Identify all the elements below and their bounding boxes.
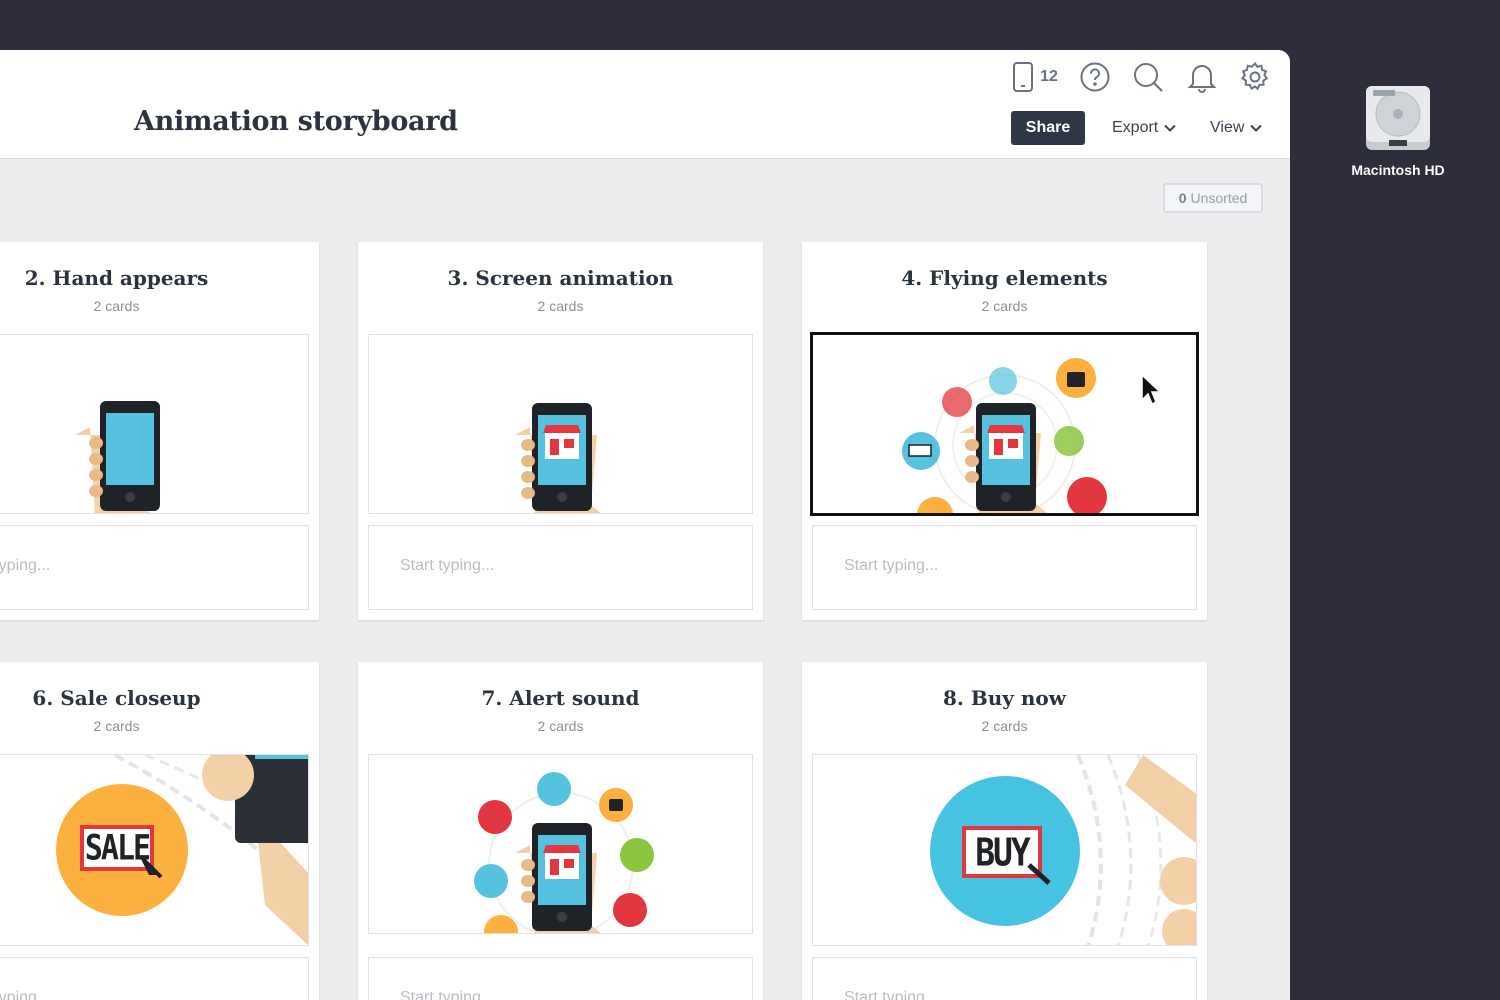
share-button[interactable]: Share	[1011, 111, 1085, 145]
scene-card-count: 2 cards	[981, 298, 1028, 314]
scene-card[interactable]: 2. Hand appears 2 cards	[0, 242, 319, 620]
device-button[interactable]: 12	[1010, 58, 1060, 96]
alert-sound-illustration	[474, 772, 654, 933]
scene-card[interactable]: 4. Flying elements 2 cards	[802, 242, 1207, 620]
notifications-button[interactable]	[1185, 58, 1219, 96]
storyboard-frame[interactable]	[368, 334, 753, 514]
storyboard-frame[interactable]	[368, 754, 753, 934]
sale-text: SALE	[84, 828, 151, 869]
drive-label: Macintosh HD	[1351, 162, 1445, 178]
hand-phone-illustration	[75, 401, 160, 513]
mouse-cursor-icon	[1141, 373, 1162, 406]
notes-input[interactable]	[398, 988, 732, 1000]
notes-field[interactable]	[0, 957, 309, 1000]
bell-icon	[1187, 65, 1217, 93]
view-menu[interactable]: View	[1210, 111, 1263, 145]
notes-field[interactable]	[812, 957, 1197, 1000]
gear-icon	[1240, 61, 1269, 91]
notes-field[interactable]	[0, 525, 309, 610]
scene-card[interactable]: 8. Buy now 2 cards BUY	[802, 662, 1207, 1000]
scene-card[interactable]: 6. Sale closeup 2 cards SALE	[0, 662, 319, 1000]
scene-title: 8. Buy now	[943, 686, 1066, 710]
notes-field[interactable]	[812, 525, 1197, 610]
notes-input[interactable]	[0, 988, 288, 1000]
storyboard-frame[interactable]: SALE	[0, 754, 309, 946]
export-menu[interactable]: Export	[1112, 111, 1176, 145]
chevron-down-icon	[1164, 124, 1176, 132]
phone-icon	[1013, 62, 1034, 92]
desktop-drive[interactable]: Macintosh HD	[1340, 82, 1456, 178]
notes-input[interactable]	[398, 556, 732, 576]
scene-title: 4. Flying elements	[901, 266, 1108, 290]
app-window: Animation storyboard 12 Share Export Vie…	[0, 50, 1290, 1000]
hand-phone-store-illustration	[515, 403, 601, 513]
unsorted-label: Unsorted	[1190, 190, 1248, 206]
notes-field[interactable]	[368, 957, 753, 1000]
buy-text: BUY	[975, 830, 1031, 875]
storyboard-frame-selected[interactable]	[810, 332, 1199, 516]
hard-drive-icon	[1366, 86, 1430, 150]
storyboard-frame[interactable]: BUY	[812, 754, 1197, 946]
scene-title: 7. Alert sound	[481, 686, 640, 710]
scene-card[interactable]: 3. Screen animation 2 cards	[358, 242, 763, 620]
scene-card-count: 2 cards	[981, 718, 1028, 734]
help-button[interactable]	[1078, 58, 1112, 96]
device-count: 12	[1040, 68, 1058, 85]
scene-card[interactable]: 7. Alert sound 2 cards	[358, 662, 763, 1000]
page-title: Animation storyboard	[134, 106, 458, 137]
notes-input[interactable]	[0, 556, 288, 576]
unsorted-button[interactable]: 0 Unsorted	[1163, 183, 1263, 213]
scene-card-count: 2 cards	[537, 298, 584, 314]
scene-title: 3. Screen animation	[447, 266, 674, 290]
storyboard-frame[interactable]	[0, 334, 309, 514]
app-header: Animation storyboard 12 Share Export Vie…	[0, 50, 1290, 159]
sale-closeup-illustration	[56, 755, 308, 945]
scene-card-count: 2 cards	[93, 298, 140, 314]
settings-button[interactable]	[1238, 58, 1272, 96]
export-label: Export	[1112, 119, 1159, 136]
search-button[interactable]	[1131, 58, 1165, 96]
scene-card-count: 2 cards	[93, 718, 140, 734]
scene-title: 2. Hand appears	[24, 266, 209, 290]
notes-input[interactable]	[842, 556, 1176, 576]
notes-input[interactable]	[842, 988, 1176, 1000]
chevron-down-icon	[1250, 124, 1263, 132]
unsorted-count: 0	[1178, 190, 1187, 206]
search-icon	[1134, 63, 1163, 92]
flying-elements-illustration	[902, 358, 1107, 513]
help-icon	[1080, 62, 1110, 92]
scene-title: 6. Sale closeup	[32, 686, 201, 710]
notes-field[interactable]	[368, 525, 753, 610]
scene-card-count: 2 cards	[537, 718, 584, 734]
view-label: View	[1210, 119, 1245, 136]
